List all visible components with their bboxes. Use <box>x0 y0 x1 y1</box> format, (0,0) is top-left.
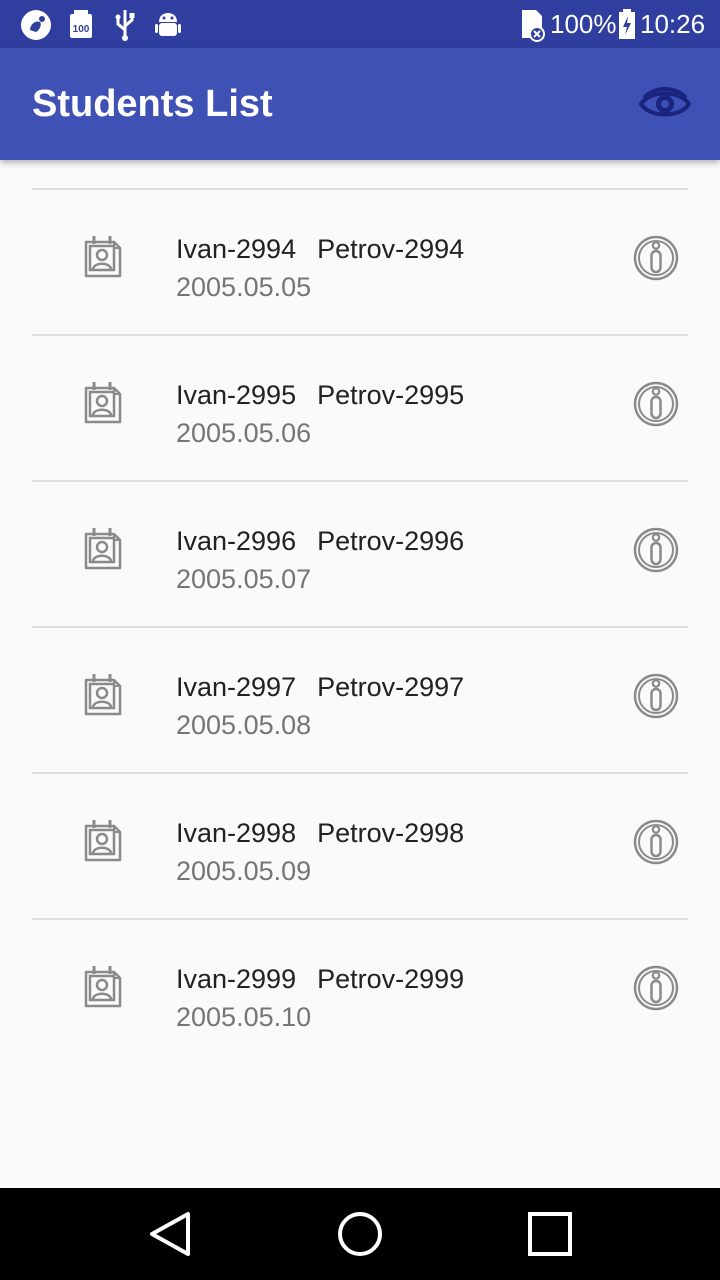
home-icon <box>338 1212 382 1256</box>
info-icon <box>633 527 679 573</box>
svg-text:100: 100 <box>73 24 90 35</box>
student-name: Ivan-2995 Petrov-2995 <box>176 378 464 412</box>
avast-icon <box>21 10 51 40</box>
student-card-icon <box>84 820 122 862</box>
recents-icon <box>528 1212 572 1256</box>
info-button[interactable] <box>632 964 680 1012</box>
info-icon <box>633 381 679 427</box>
page-title: Students List <box>32 83 273 125</box>
student-last-name: Petrov-2994 <box>317 234 465 264</box>
sd-card-error-icon <box>522 10 545 42</box>
list-item[interactable]: Ivan-2999 Petrov-2999 2005.05.10 <box>0 920 720 1066</box>
info-button[interactable] <box>632 672 680 720</box>
students-list[interactable]: Ivan-2993Petrov-29932005.05.04 Ivan-2994 P… <box>0 160 720 1188</box>
list-item[interactable]: Ivan-2994 Petrov-2994 2005.05.05 <box>0 190 720 336</box>
list-item[interactable]: Ivan-2995 Petrov-2995 2005.05.06 <box>0 336 720 482</box>
info-icon <box>633 673 679 719</box>
student-birth-date: 2005.05.10 <box>176 1002 312 1032</box>
student-first-name: Ivan-2994 <box>176 234 297 264</box>
student-first-name: Ivan-2997 <box>176 672 297 702</box>
student-last-name: Petrov-2998 <box>317 818 465 848</box>
recents-button[interactable] <box>524 1208 576 1260</box>
info-button[interactable] <box>632 234 680 282</box>
battery-percent: 100% <box>550 9 617 39</box>
list-item[interactable]: Ivan-2996 Petrov-2996 2005.05.07 <box>0 482 720 628</box>
student-last-name: Petrov-2995 <box>317 380 465 410</box>
list-item[interactable]: Ivan-2997 Petrov-2997 2005.05.08 <box>0 628 720 774</box>
student-birth-date: 2005.05.09 <box>176 856 312 886</box>
back-icon <box>150 1212 190 1256</box>
student-first-name: Ivan-2999 <box>176 964 297 994</box>
home-button[interactable] <box>334 1208 386 1260</box>
info-button[interactable] <box>632 526 680 574</box>
info-button[interactable] <box>632 818 680 866</box>
student-first-name: Ivan-2998 <box>176 818 297 848</box>
student-name: Ivan-2996 Petrov-2996 <box>176 524 464 558</box>
view-toggle-button[interactable] <box>638 84 692 124</box>
status-bar: 100 100% 10:26 <box>0 0 720 48</box>
student-birth-date: 2005.05.08 <box>176 710 312 740</box>
info-icon <box>633 235 679 281</box>
back-button[interactable] <box>144 1208 196 1260</box>
usb-icon <box>115 10 135 41</box>
student-first-name: Ivan-2995 <box>176 380 297 410</box>
student-name: Ivan-2997 Petrov-2997 <box>176 670 464 704</box>
list-item[interactable]: Ivan-2998 Petrov-2998 2005.05.09 <box>0 774 720 920</box>
student-name: Ivan-2998 Petrov-2998 <box>176 816 464 850</box>
student-card-icon <box>84 966 122 1008</box>
info-icon <box>633 965 679 1011</box>
battery-charging-icon <box>619 9 635 39</box>
student-name: Ivan-2994 Petrov-2994 <box>176 232 464 266</box>
student-last-name: Petrov-2997 <box>317 672 465 702</box>
student-last-name: Petrov-2996 <box>317 526 465 556</box>
badge-100-icon: 100 <box>70 10 92 38</box>
info-button[interactable] <box>632 380 680 428</box>
info-icon <box>633 819 679 865</box>
navigation-bar <box>0 1188 720 1280</box>
list-item[interactable]: Ivan-2993Petrov-29932005.05.04 <box>0 160 720 190</box>
student-card-icon <box>84 528 122 570</box>
clock: 10:26 <box>640 9 706 39</box>
student-card-icon <box>84 236 122 278</box>
app-bar: Students List <box>0 48 720 160</box>
student-first-name: Ivan-2996 <box>176 526 297 556</box>
student-card-icon <box>84 382 122 424</box>
student-last-name: Petrov-2999 <box>317 964 465 994</box>
eye-icon <box>638 87 692 117</box>
student-name: Ivan-2999 Petrov-2999 <box>176 962 464 996</box>
student-birth-date: 2005.05.07 <box>176 564 312 594</box>
student-birth-date: 2005.05.06 <box>176 418 312 448</box>
android-debug-icon <box>155 13 181 36</box>
student-card-icon <box>84 674 122 716</box>
student-birth-date: 2005.05.05 <box>176 272 312 302</box>
